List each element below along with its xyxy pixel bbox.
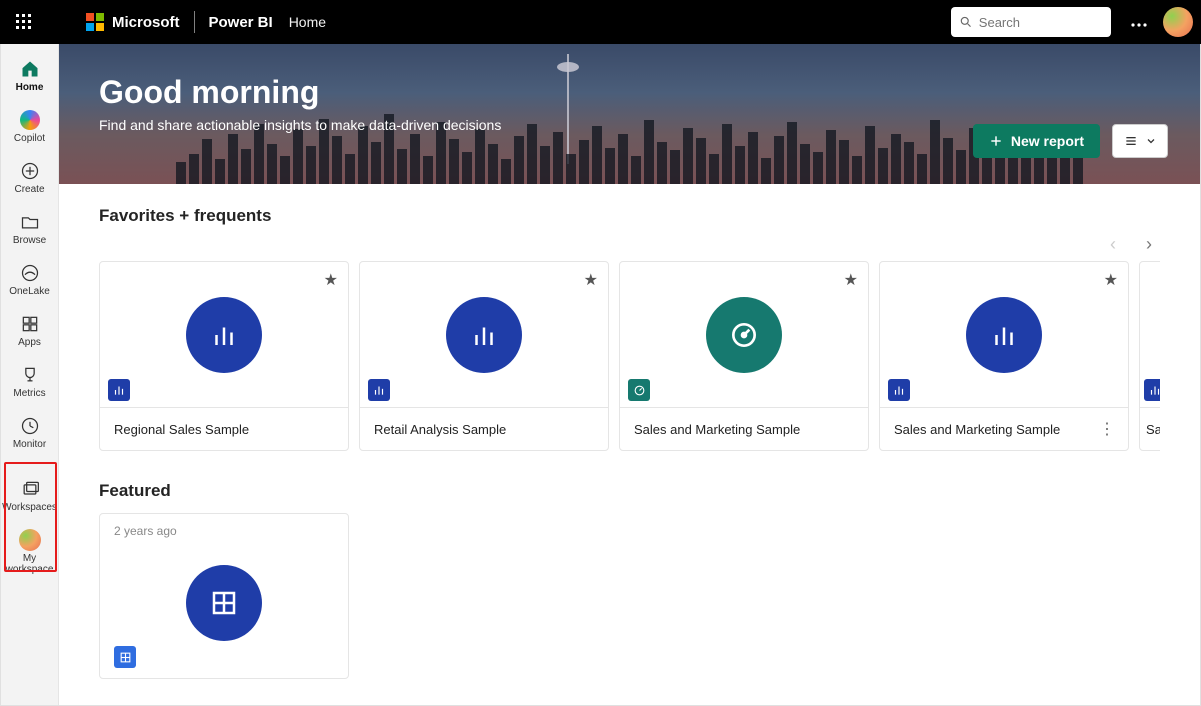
card-title: Regional Sales Sample <box>114 422 249 437</box>
nav-label: Create <box>14 184 44 195</box>
trophy-icon <box>19 364 41 386</box>
cards-pager: ‹ › <box>99 234 1160 255</box>
dashboard-icon <box>706 297 782 373</box>
new-report-button[interactable]: New report <box>973 124 1100 158</box>
pager-next-icon[interactable]: › <box>1146 234 1152 255</box>
report-card[interactable]: Sa <box>1139 261 1160 451</box>
nav-create[interactable]: Create <box>1 152 58 203</box>
new-report-label: New report <box>1011 133 1084 149</box>
folder-icon <box>19 211 41 233</box>
nav-monitor[interactable]: Monitor <box>1 407 58 458</box>
favorites-section: Favorites + frequents ‹ › ★ <box>59 184 1200 451</box>
list-icon <box>1123 133 1139 149</box>
brand-block: Microsoft Power BI <box>56 11 273 33</box>
header-more-icon[interactable] <box>1127 11 1151 34</box>
page-title-top: Home <box>289 14 326 30</box>
brand-text: Microsoft <box>112 14 180 31</box>
workspaces-icon <box>19 478 41 500</box>
nav-apps[interactable]: Apps <box>1 305 58 356</box>
card-title: Sales and Marketing Sample <box>894 422 1060 437</box>
view-options-button[interactable] <box>1112 124 1168 158</box>
featured-meta: 2 years ago <box>114 524 334 538</box>
nav-copilot[interactable]: Copilot <box>1 101 58 152</box>
favorite-star-icon[interactable]: ★ <box>844 270 858 290</box>
hero-banner: Good morning Find and share actionable i… <box>59 44 1200 184</box>
greeting-title: Good morning <box>99 74 1160 111</box>
item-type-badge-icon <box>114 646 136 668</box>
app-name[interactable]: Power BI <box>209 14 273 31</box>
nav-onelake[interactable]: OneLake <box>1 254 58 305</box>
nav-label: Workspaces <box>2 502 57 513</box>
plus-icon <box>989 134 1003 148</box>
search-icon <box>959 14 973 30</box>
report-card[interactable]: ★ Retail Analysis Sample <box>359 261 609 451</box>
cards-row: ★ Regional Sales Sample ★ <box>99 261 1160 451</box>
item-type-badge-icon <box>628 379 650 401</box>
nav-label: Monitor <box>13 439 46 450</box>
nav-home[interactable]: Home <box>1 50 58 101</box>
main-area: Good morning Find and share actionable i… <box>59 44 1200 705</box>
nav-label: Apps <box>18 337 41 348</box>
card-title: Sa <box>1146 422 1160 437</box>
section-title: Favorites + frequents <box>99 206 1160 226</box>
app-icon <box>186 565 262 641</box>
microsoft-logo-icon <box>86 13 104 31</box>
section-title: Featured <box>99 481 1160 501</box>
nav-label: Home <box>16 82 44 93</box>
report-card[interactable]: ★ Sales and Marketing Sample <box>619 261 869 451</box>
featured-section: Featured 2 years ago <box>59 451 1200 679</box>
favorite-star-icon[interactable]: ★ <box>1104 270 1118 290</box>
app-launcher-icon[interactable] <box>8 6 40 38</box>
nav-metrics[interactable]: Metrics <box>1 356 58 407</box>
card-title: Retail Analysis Sample <box>374 422 506 437</box>
report-card[interactable]: ★ Sales and Marketing Sample ⋮ <box>879 261 1129 451</box>
pager-prev-icon: ‹ <box>1110 234 1116 255</box>
top-bar: Microsoft Power BI Home <box>0 0 1201 44</box>
card-more-icon[interactable]: ⋮ <box>1099 419 1114 439</box>
nav-label: Copilot <box>14 133 45 144</box>
onelake-icon <box>19 262 41 284</box>
chevron-down-icon <box>1145 135 1157 147</box>
user-avatar[interactable] <box>1163 7 1193 37</box>
nav-label: My workspace <box>1 553 58 575</box>
search-input[interactable] <box>979 15 1103 30</box>
item-type-badge-icon <box>888 379 910 401</box>
nav-label: Metrics <box>13 388 45 399</box>
nav-my-workspace[interactable]: My workspace <box>1 521 58 583</box>
item-type-badge-icon <box>1144 379 1160 401</box>
avatar-icon <box>19 529 41 551</box>
favorite-star-icon[interactable]: ★ <box>584 270 598 290</box>
apps-icon <box>19 313 41 335</box>
report-icon <box>966 297 1042 373</box>
monitor-icon <box>19 415 41 437</box>
favorite-star-icon[interactable]: ★ <box>324 270 338 290</box>
report-icon <box>186 297 262 373</box>
plus-circle-icon <box>19 160 41 182</box>
nav-label: OneLake <box>9 286 50 297</box>
left-nav: Home Copilot Create Browse OneLake <box>1 44 59 705</box>
featured-card[interactable]: 2 years ago <box>99 513 349 679</box>
report-icon <box>446 297 522 373</box>
item-type-badge-icon <box>368 379 390 401</box>
item-type-badge-icon <box>108 379 130 401</box>
search-box[interactable] <box>951 7 1111 37</box>
copilot-icon <box>19 109 41 131</box>
nav-workspaces[interactable]: Workspaces <box>1 470 58 521</box>
home-icon <box>19 58 41 80</box>
report-card[interactable]: ★ Regional Sales Sample <box>99 261 349 451</box>
nav-label: Browse <box>13 235 46 246</box>
nav-browse[interactable]: Browse <box>1 203 58 254</box>
card-title: Sales and Marketing Sample <box>634 422 800 437</box>
